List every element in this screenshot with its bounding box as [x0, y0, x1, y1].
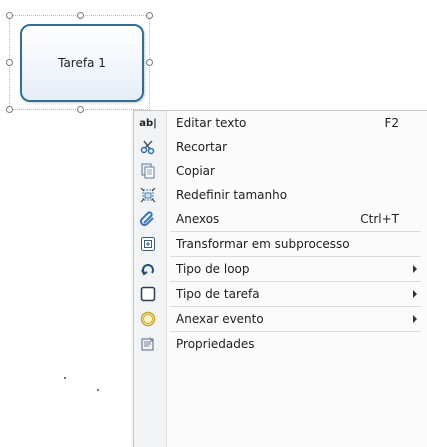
copy-icon: [139, 163, 157, 179]
resize-handle-top-center[interactable]: [77, 12, 84, 19]
menu-item-label: Editar texto: [176, 116, 247, 130]
menu-item-label: Redefinir tamanho: [176, 188, 288, 202]
submenu-arrow-icon: [413, 290, 417, 298]
properties-icon: [139, 336, 157, 352]
edit-text-icon: ab|: [139, 117, 157, 129]
loop-icon: [139, 261, 157, 277]
resize-handle-middle-left[interactable]: [6, 59, 13, 66]
menu-item-loop-type[interactable]: Tipo de loop: [134, 257, 427, 281]
menu-item-label: Transformar em subprocesso: [176, 237, 350, 251]
menu-item-label: Anexar evento: [176, 312, 264, 326]
attach-event-icon: [139, 311, 157, 327]
resize-icon: [139, 187, 157, 203]
resize-handle-top-left[interactable]: [6, 12, 13, 19]
menu-item-label: Tipo de tarefa: [176, 287, 260, 301]
attachment-icon: [139, 211, 157, 227]
submenu-arrow-icon: [413, 315, 417, 323]
context-menu: ab| Editar texto F2 Recortar Copiar Rede…: [133, 110, 427, 447]
menu-item-reset-size[interactable]: Redefinir tamanho: [134, 183, 427, 207]
resize-handle-top-right[interactable]: [146, 12, 153, 19]
menu-item-label: Copiar: [176, 164, 215, 178]
menu-item-attachments[interactable]: Anexos Ctrl+T: [134, 207, 427, 231]
menu-item-properties[interactable]: Propriedades: [134, 332, 427, 356]
subprocess-icon: [139, 236, 157, 252]
resize-handle-bottom-left[interactable]: [6, 106, 13, 113]
resize-handle-middle-right[interactable]: [146, 59, 153, 66]
menu-item-shortcut: F2: [384, 116, 399, 130]
task-shape[interactable]: Tarefa 1: [20, 24, 144, 102]
canvas-dot: [64, 377, 66, 379]
menu-item-task-type[interactable]: Tipo de tarefa: [134, 282, 427, 306]
submenu-arrow-icon: [413, 265, 417, 273]
menu-item-label: Propriedades: [176, 337, 255, 351]
task-label: Tarefa 1: [58, 56, 106, 70]
menu-item-copy[interactable]: Copiar: [134, 159, 427, 183]
resize-handle-bottom-center[interactable]: [77, 106, 84, 113]
menu-item-label: Tipo de loop: [176, 262, 250, 276]
menu-item-cut[interactable]: Recortar: [134, 135, 427, 159]
menu-item-label: Recortar: [176, 140, 228, 154]
menu-item-label: Anexos: [176, 212, 220, 226]
menu-item-edit-text[interactable]: ab| Editar texto F2: [134, 111, 427, 135]
menu-item-shortcut: Ctrl+T: [360, 212, 399, 226]
cut-icon: [139, 139, 157, 155]
menu-item-attach-event[interactable]: Anexar evento: [134, 307, 427, 331]
task-type-icon: [139, 286, 157, 302]
canvas-dot: [97, 389, 99, 391]
menu-item-transform-subprocess[interactable]: Transformar em subprocesso: [134, 232, 427, 256]
